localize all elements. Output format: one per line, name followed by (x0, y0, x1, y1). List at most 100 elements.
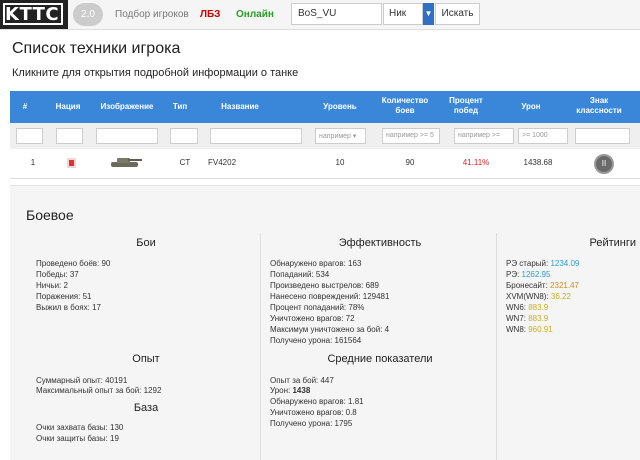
row-name: FV4202 (208, 158, 237, 167)
row-battles: 90 (405, 158, 415, 167)
rating-item: Бронесайт: 2321.47 (506, 281, 579, 290)
stat-item: Очки захвата базы: 130 (36, 423, 124, 432)
ratings-section-title: Рейтинги (589, 237, 636, 249)
rating-label: Бронесайт: (506, 281, 551, 290)
stat-item: Выжил в боях: 17 (36, 303, 101, 312)
col-header-name[interactable]: Название (210, 102, 270, 112)
chevron-down-icon[interactable]: ▼ (423, 3, 434, 25)
average-section-title: Средние показатели (327, 353, 433, 365)
filter-badge-input[interactable] (575, 128, 630, 144)
rating-value: 36.22 (550, 292, 571, 301)
stat-item: Максимальный опыт за бой: 1292 (36, 386, 162, 395)
filter-level-input[interactable]: например ▾ (315, 128, 366, 144)
stat-item: Очки защиты базы: 19 (36, 434, 119, 443)
col-header-winrate[interactable]: Процент побед (446, 96, 486, 116)
col-header-level[interactable]: Уровень (310, 102, 370, 112)
avg-damage-label: Урон: (270, 386, 293, 395)
base-section-title: База (133, 402, 159, 414)
stat-item: Получено урона: 161564 (270, 336, 362, 345)
avg-damage-value: 1438 (292, 386, 311, 395)
row-type: CT (179, 158, 191, 167)
filter-level-placeholder: например (319, 133, 351, 140)
search-mode-select[interactable]: Ник (383, 3, 423, 25)
col-header-image[interactable]: Изображение (96, 102, 158, 112)
rating-label: WN6: (506, 303, 529, 312)
stat-item: Проведено боёв: 90 (36, 259, 111, 268)
rating-value: 883.9 (528, 314, 549, 323)
rating-label: WN8: (506, 325, 529, 334)
stat-item: Произведено выстрелов: 689 (270, 281, 379, 290)
search-button[interactable]: Искать (435, 3, 480, 25)
stat-item: Нанесено повреждений: 129481 (270, 292, 390, 301)
rating-item: XVM(WN8): 36.22 (506, 292, 571, 301)
rating-item: WN7: 883.9 (506, 314, 548, 323)
col-header-num[interactable]: # (20, 102, 30, 112)
stat-item: Уничтожено врагов: 0.8 (270, 408, 357, 417)
logo-frame (3, 3, 63, 25)
stat-item-damage: Урон: 1438 (270, 386, 310, 395)
rating-value: 2321.47 (550, 281, 579, 290)
nav-online-link[interactable]: Онлайн (236, 9, 274, 20)
stat-item: Поражения: 51 (36, 292, 92, 301)
stat-item: Максимум уничтожено за бой: 4 (270, 325, 390, 334)
rating-value: 883.9 (528, 303, 549, 312)
top-navbar: KTTC 2.0 Подбор игроков ЛБЗ Онлайн BoS_V… (0, 0, 640, 30)
filter-winrate-input[interactable]: например >= (454, 128, 514, 144)
filter-image-input[interactable] (96, 128, 158, 144)
page-subtitle: Кликните для открытия подробной информац… (12, 67, 299, 79)
kttc-logo[interactable]: KTTC (0, 0, 68, 29)
stat-item: Попаданий: 534 (270, 270, 330, 279)
column-divider (496, 233, 497, 460)
table-row[interactable]: 1 CT FV4202 10 90 41.11% 1438.68 II (10, 149, 640, 179)
details-title: Боевое (26, 207, 74, 223)
col-header-type[interactable]: Тип (168, 102, 192, 112)
tank-icon (111, 158, 142, 167)
row-winrate: 41.11% (462, 158, 490, 167)
filter-row: например ▾ например >= 5 например >= >= … (10, 123, 640, 149)
stat-item: Уничтожено врагов: 72 (270, 314, 355, 323)
filter-type-input[interactable] (170, 128, 198, 144)
nav-lbz-link[interactable]: ЛБЗ (200, 9, 220, 20)
efficiency-section-title: Эффективность (338, 237, 422, 249)
filter-name-input[interactable] (210, 128, 302, 144)
stat-item: Обнаружено врагов: 1.81 (270, 397, 364, 406)
stat-item: Победы: 37 (36, 270, 79, 279)
nick-search-input[interactable]: BoS_VU (291, 3, 382, 25)
page-title: Список техники игрока (12, 40, 181, 57)
rating-label: WN7: (506, 314, 529, 323)
stat-item: Процент попаданий: 78% (270, 303, 365, 312)
stat-item: Получено урона: 1795 (270, 419, 353, 428)
col-header-battles[interactable]: Количество боев (380, 96, 430, 116)
rating-item: РЭ старый: 1234.09 (506, 259, 579, 268)
col-header-damage[interactable]: Урон (516, 102, 546, 112)
rating-value: 960.91 (528, 325, 553, 334)
row-damage: 1438.68 (523, 158, 553, 167)
stat-item: Суммарный опыт: 40191 (36, 376, 128, 385)
mastery-badge-icon: II (594, 154, 614, 174)
filter-num-input[interactable] (16, 128, 43, 144)
stat-item: Ничьи: 2 (36, 281, 68, 290)
column-divider (260, 233, 261, 460)
col-header-nation[interactable]: Нация (50, 102, 86, 112)
row-num: 1 (30, 158, 36, 167)
nav-players-link[interactable]: Подбор игроков (115, 9, 189, 20)
stat-item: Опыт за бой: 447 (270, 376, 334, 385)
stat-item: Обнаружено врагов: 163 (270, 259, 362, 268)
rating-label: РЭ: (506, 270, 522, 279)
rating-item: РЭ: 1262.95 (506, 270, 550, 279)
rating-value: 1234.09 (550, 259, 580, 268)
rating-value: 1262.95 (521, 270, 551, 279)
col-header-badge[interactable]: Знак классности (570, 96, 628, 116)
filter-nation-input[interactable] (56, 128, 83, 144)
vehicle-table-header: # Нация Изображение Тип Название Уровень… (10, 91, 640, 123)
rating-item: WN8: 960.91 (506, 325, 553, 334)
battles-section-title: Бои (136, 237, 156, 249)
flag-uk-icon (67, 158, 76, 168)
filter-battles-input[interactable]: например >= 5 (382, 128, 440, 144)
version-badge[interactable]: 2.0 (73, 3, 103, 26)
experience-section-title: Опыт (132, 353, 160, 365)
filter-damage-input[interactable]: >= 1000 (518, 128, 568, 144)
row-level: 10 (335, 158, 345, 167)
rating-label: XVM(WN8): (506, 292, 551, 301)
rating-item: WN6: 883.9 (506, 303, 548, 312)
